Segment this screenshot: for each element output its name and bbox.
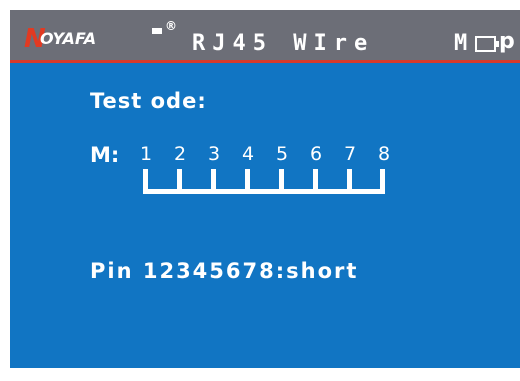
header-mode-glyph: M bbox=[454, 31, 468, 56]
pin-wire bbox=[177, 169, 182, 191]
pin-label: 5 bbox=[275, 143, 289, 165]
logo-wordmark: OYAFA bbox=[40, 29, 97, 48]
pin-wire bbox=[347, 169, 352, 191]
header-clipped-text: p bbox=[499, 29, 515, 54]
pin-wire bbox=[279, 169, 284, 191]
m-row-label: M: bbox=[90, 143, 120, 167]
registered-mark: ® bbox=[165, 19, 177, 33]
screen-title: RJ45 WIre bbox=[192, 31, 375, 56]
pin-wire bbox=[245, 169, 250, 191]
pin-label: 2 bbox=[173, 143, 187, 165]
pin-wire bbox=[211, 169, 216, 191]
pin-label: 6 bbox=[309, 143, 323, 165]
title-bar: N OYAFA ® RJ45 WIre M p bbox=[10, 10, 520, 60]
pin-wire bbox=[143, 169, 148, 191]
pin-label: 8 bbox=[377, 143, 391, 165]
test-mode-label: Test ode: bbox=[90, 89, 207, 113]
device-screen-frame: N OYAFA ® RJ45 WIre M p Test ode: M: 1 2… bbox=[10, 0, 520, 368]
pin-wire bbox=[380, 169, 385, 191]
pin-label: 4 bbox=[241, 143, 255, 165]
battery-icon bbox=[475, 36, 499, 52]
pin-wire bbox=[313, 169, 318, 191]
logo-camera-icon bbox=[152, 28, 162, 34]
pin-label: 3 bbox=[207, 143, 221, 165]
test-display: Test ode: M: 1 2 3 4 5 6 7 8 Pin 1234567… bbox=[10, 63, 520, 368]
test-result-text: Pin 12345678:short bbox=[90, 259, 359, 283]
pin-label: 7 bbox=[343, 143, 357, 165]
pin-label: 1 bbox=[139, 143, 153, 165]
